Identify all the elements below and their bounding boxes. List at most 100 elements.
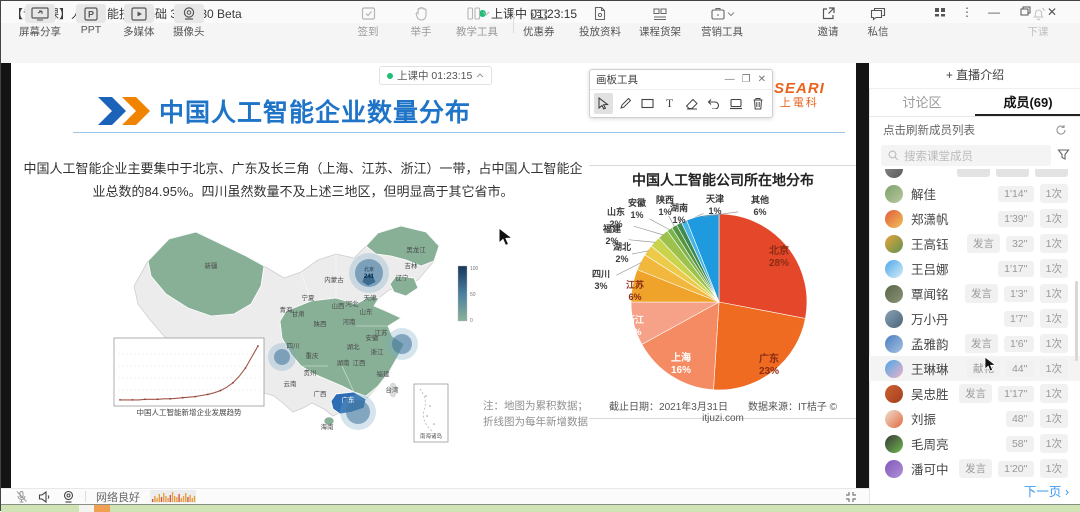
member-row[interactable]: 刘振48''1次 bbox=[869, 406, 1080, 431]
refresh-icon[interactable] bbox=[1055, 124, 1067, 136]
member-badge: 发言 bbox=[965, 284, 998, 303]
avatar bbox=[885, 285, 903, 303]
province-label: 吉林 bbox=[405, 261, 419, 270]
avatar bbox=[885, 335, 903, 353]
member-row[interactable]: 覃闻铭发言1'3''1次 bbox=[869, 281, 1080, 306]
member-badge: 32'' bbox=[1006, 236, 1034, 252]
toolbar-sign-in[interactable]: 签到 bbox=[353, 4, 383, 39]
layout-grid-icon[interactable] bbox=[929, 3, 951, 21]
member-row[interactable]: 万小丹1'7''1次 bbox=[869, 306, 1080, 331]
province-label: 新疆 bbox=[205, 261, 219, 270]
member-name: 潘可中 bbox=[911, 459, 953, 478]
toolbar-private-msg[interactable]: 私信 bbox=[863, 4, 893, 39]
member-badge: 48'' bbox=[1006, 411, 1034, 427]
member-row[interactable]: 王吕娜1'17''1次 bbox=[869, 256, 1080, 281]
palette-minimize-icon[interactable]: — bbox=[725, 74, 735, 85]
member-row[interactable]: —————— bbox=[869, 169, 1080, 181]
toolbar-media[interactable]: 多媒体 bbox=[123, 4, 155, 39]
member-badge: 1次 bbox=[1040, 434, 1068, 453]
class-timer-pill[interactable]: 上课中 01:23:15 bbox=[379, 66, 492, 85]
toolbar-invite[interactable]: 邀请 bbox=[813, 4, 843, 39]
rectangle-tool-icon[interactable] bbox=[638, 93, 657, 114]
avatar bbox=[885, 385, 903, 403]
province-label: 山东 bbox=[360, 307, 374, 316]
member-row[interactable]: 郑潇帆1'39''1次 bbox=[869, 206, 1080, 231]
bubble-name: 北京 bbox=[364, 266, 374, 273]
member-name: 万小丹 bbox=[911, 309, 998, 328]
tab-discussion[interactable]: 讨论区 bbox=[869, 88, 975, 117]
palette-restore-icon[interactable]: ❐ bbox=[742, 74, 751, 85]
pie-leader-line bbox=[629, 240, 656, 243]
pie-value: 8% bbox=[628, 327, 641, 337]
pie-value: 2% bbox=[609, 219, 622, 229]
pie-label: 广东 bbox=[759, 352, 779, 365]
pie-value: 6% bbox=[753, 207, 766, 217]
sidebar-scrollbar[interactable] bbox=[1075, 281, 1078, 361]
mic-muted-icon[interactable] bbox=[15, 490, 28, 503]
toolbar-materials[interactable]: 投放资料 bbox=[579, 4, 621, 39]
end-class-bell-icon bbox=[1023, 4, 1053, 23]
toolbar-teaching-tools[interactable]: 教学工具 bbox=[456, 4, 498, 39]
palette-header[interactable]: 画板工具 — ❐ ✕ bbox=[590, 70, 772, 90]
member-row[interactable]: 王高钰发言32''1次 bbox=[869, 231, 1080, 256]
member-search-input[interactable]: 搜索课堂成员 bbox=[881, 145, 1051, 166]
province-label: 湖南 bbox=[337, 358, 351, 367]
toolbar-end-class[interactable]: 下课 bbox=[1023, 4, 1053, 39]
pen-tool-icon[interactable] bbox=[616, 93, 635, 114]
province-label: 海南 bbox=[321, 422, 335, 431]
bubble-value: 241 bbox=[364, 274, 375, 280]
toolbar-screen-share[interactable]: 屏幕分享 bbox=[19, 4, 61, 39]
member-row[interactable]: 孟雅韵发言1'6''1次 bbox=[869, 331, 1080, 356]
svg-text:P: P bbox=[88, 9, 94, 19]
more-menu-icon[interactable]: ⋮ bbox=[956, 3, 978, 21]
south-sea-inset: 南海诸岛 bbox=[414, 384, 448, 442]
member-row[interactable]: 王琳琳献花44''1次 bbox=[869, 356, 1080, 381]
avatar bbox=[885, 435, 903, 453]
speaker-icon[interactable] bbox=[38, 491, 52, 503]
toolbar-ppt[interactable]: P PPT bbox=[76, 4, 106, 36]
text-tool-icon[interactable]: T bbox=[660, 93, 679, 114]
chevron-up-icon[interactable] bbox=[476, 73, 484, 78]
clear-trash-tool-icon[interactable] bbox=[748, 93, 767, 114]
toolbar-course-shelf[interactable]: 课程货架 bbox=[639, 4, 681, 39]
whiteboard-palette[interactable]: 画板工具 — ❐ ✕ T bbox=[589, 69, 773, 118]
next-page-button[interactable]: 下一页 › bbox=[869, 481, 1069, 500]
toolbar-camera[interactable]: 摄像头 bbox=[173, 4, 205, 39]
undo-tool-icon[interactable] bbox=[704, 93, 723, 114]
board-tool-icon[interactable] bbox=[726, 93, 745, 114]
member-row[interactable]: 吴忠胜发言1'17''1次 bbox=[869, 381, 1080, 406]
toolbar-coupon[interactable]: 优惠券 bbox=[523, 4, 555, 39]
member-badge: 发言 bbox=[967, 234, 1000, 253]
live-intro-button[interactable]: + 直播介绍 bbox=[869, 63, 1080, 89]
compress-view-icon[interactable] bbox=[845, 491, 857, 503]
member-row[interactable]: 解佳1'14''1次 bbox=[869, 181, 1080, 206]
china-map-figure: 北京241 新疆黑龙江吉林辽宁内蒙古天津河北山西山东宁夏青海甘肃陕西河南江苏安徽… bbox=[96, 216, 561, 476]
south-sea-label: 南海诸岛 bbox=[420, 432, 443, 440]
filter-funnel-icon[interactable] bbox=[1057, 148, 1070, 161]
minimize-button[interactable]: — bbox=[983, 3, 1005, 21]
member-badge: 1次 bbox=[1040, 334, 1068, 353]
province-label: 福建 bbox=[377, 369, 391, 378]
pie-value: 1% bbox=[630, 210, 643, 220]
webcam-icon[interactable] bbox=[62, 490, 75, 503]
trend-caption: 中国人工智能新增企业发展趋势 bbox=[137, 407, 242, 417]
toolbar-divider bbox=[513, 9, 514, 33]
select-cursor-tool-icon[interactable] bbox=[594, 93, 613, 114]
province-label: 贵州 bbox=[304, 368, 317, 377]
toolbar-marketing-tools[interactable]: 营销工具 bbox=[701, 4, 743, 39]
chat-icon bbox=[863, 4, 893, 23]
member-name: 解佳 bbox=[911, 184, 992, 203]
pie-label: 江苏 bbox=[626, 279, 644, 290]
colorbar-tick: 0 bbox=[470, 318, 473, 324]
invite-icon bbox=[813, 4, 843, 23]
member-badge: 1'14'' bbox=[998, 186, 1034, 202]
pie-label: 其他 bbox=[751, 194, 769, 205]
refresh-members-row[interactable]: 点击刷新成员列表 bbox=[869, 118, 1080, 142]
toolbar-raise-hand[interactable]: 举手 bbox=[406, 4, 436, 39]
member-row[interactable]: 潘可中发言1'20''1次 bbox=[869, 456, 1080, 481]
province-label: 山西 bbox=[332, 301, 346, 310]
tab-members[interactable]: 成员(69) bbox=[975, 88, 1080, 117]
palette-close-icon[interactable]: ✕ bbox=[758, 74, 766, 85]
eraser-tool-icon[interactable] bbox=[682, 93, 701, 114]
member-row[interactable]: 毛周亮58''1次 bbox=[869, 431, 1080, 456]
